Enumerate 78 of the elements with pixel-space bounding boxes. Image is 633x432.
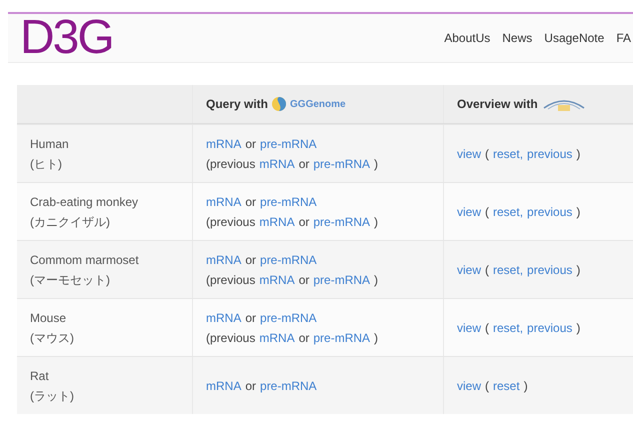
query-link[interactable]: pre-mRNA [313, 270, 370, 290]
query-link[interactable]: mRNA [206, 250, 242, 270]
overview-link[interactable]: reset, [493, 144, 524, 164]
plain-text: or [245, 378, 256, 394]
query-link[interactable]: mRNA [206, 376, 242, 396]
plain-text: ) [374, 214, 378, 230]
overview-link[interactable]: reset, [493, 260, 524, 280]
overview-link[interactable]: reset, [493, 202, 524, 222]
plain-text: ( [485, 320, 490, 336]
species-name-japanese: (マウス) [30, 330, 75, 346]
query-link[interactable]: mRNA [259, 154, 295, 174]
overview-link[interactable]: previous [527, 202, 572, 222]
plain-text: (previous [206, 330, 256, 346]
plain-text: or [298, 214, 310, 230]
overview-link[interactable]: view [457, 318, 482, 338]
overview-link[interactable]: view [457, 144, 482, 164]
species-name: Crab-eating monkey [30, 194, 140, 210]
plain-text: or [245, 194, 256, 210]
query-link[interactable]: pre-mRNA [260, 376, 317, 396]
query-link[interactable]: mRNA [259, 270, 295, 290]
plain-text: ( [485, 262, 490, 278]
plain-text: ) [524, 378, 528, 394]
species-name: Rat [30, 368, 50, 384]
query-link[interactable]: pre-mRNA [313, 154, 370, 174]
query-link[interactable]: mRNA [206, 308, 242, 328]
column-header: Query with [206, 97, 268, 111]
species-name-japanese: (カニクイザル) [30, 214, 111, 230]
query-link[interactable]: pre-mRNA [313, 212, 370, 232]
plain-text: ( [485, 146, 490, 162]
column-header: Overview with [457, 97, 538, 111]
nav-link[interactable]: AboutUs [444, 31, 490, 45]
overview-link[interactable]: view [457, 376, 482, 396]
query-link[interactable]: mRNA [259, 328, 295, 348]
query-link[interactable]: pre-mRNA [313, 328, 370, 348]
species-name-japanese: (ラット) [30, 388, 75, 404]
globe-icon [272, 96, 286, 112]
gggenome-logo: GGGenome [290, 98, 346, 110]
plain-text: or [298, 272, 310, 288]
species-name: Mouse [30, 310, 68, 326]
overview-link[interactable]: reset [493, 376, 520, 396]
plain-text: ) [374, 272, 378, 288]
plain-text: (previous [206, 214, 256, 230]
overview-link[interactable]: view [457, 260, 482, 280]
species-name: Commom marmoset [30, 252, 140, 268]
plain-text: (previous [206, 272, 256, 288]
species-name-japanese: (ヒト) [30, 156, 63, 172]
query-link[interactable]: mRNA [206, 134, 242, 154]
site-logo[interactable]: D3G [20, 14, 113, 62]
query-link[interactable]: mRNA [259, 212, 295, 232]
plain-text: or [245, 310, 256, 326]
plain-text: ) [576, 146, 580, 162]
plain-text: ) [576, 204, 580, 220]
nav-link[interactable]: FA [616, 31, 631, 45]
plain-text: ) [374, 330, 378, 346]
query-link[interactable]: mRNA [206, 192, 242, 212]
plain-text: or [298, 156, 310, 172]
query-link[interactable]: pre-mRNA [260, 192, 317, 212]
plain-text: or [245, 252, 256, 268]
plain-text: ) [576, 262, 580, 278]
nav-link[interactable]: News [502, 31, 532, 45]
overview-link[interactable]: previous [527, 260, 572, 280]
species-name: Human [30, 136, 70, 152]
query-link[interactable]: pre-mRNA [260, 250, 317, 270]
plain-text: or [245, 136, 256, 152]
plain-text: ( [485, 378, 490, 394]
overview-link[interactable]: view [457, 202, 482, 222]
query-link[interactable]: pre-mRNA [260, 134, 317, 154]
plain-text: ) [374, 156, 378, 172]
query-link[interactable]: pre-mRNA [260, 308, 317, 328]
species-name-japanese: (マーモセット) [30, 272, 111, 288]
plain-text: (previous [206, 156, 256, 172]
overview-link[interactable]: previous [527, 144, 572, 164]
overview-link[interactable]: reset, [493, 318, 524, 338]
plain-text: or [298, 330, 310, 346]
plain-text: ) [576, 320, 580, 336]
overview-link[interactable]: previous [527, 318, 572, 338]
plain-text: ( [485, 204, 490, 220]
nav-link[interactable]: UsageNote [544, 31, 604, 45]
